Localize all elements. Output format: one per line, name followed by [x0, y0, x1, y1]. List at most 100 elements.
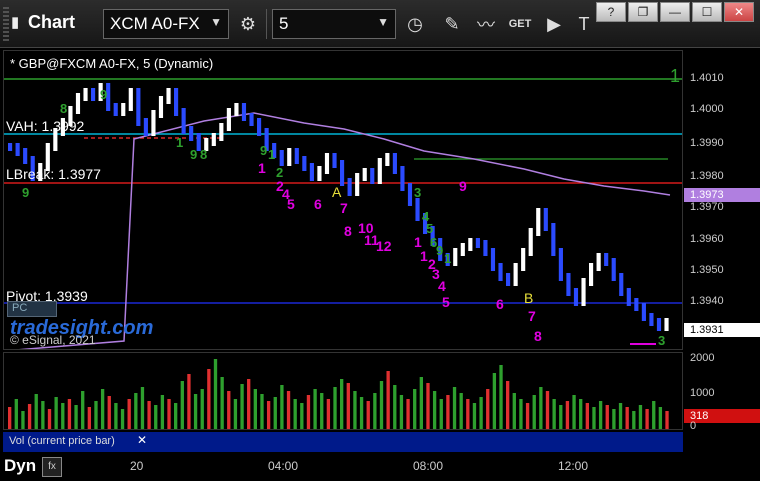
volume-bar: [81, 391, 85, 429]
price-bar: [513, 263, 518, 286]
settings-gear-icon[interactable]: ⚙: [234, 10, 262, 38]
maximize-button[interactable]: ☐: [692, 2, 722, 22]
price-bar: [475, 238, 480, 248]
volume-pane[interactable]: [3, 352, 683, 430]
volume-tick-label: 0: [690, 420, 697, 432]
time-axis[interactable]: Dyn fx 20 04:00 08:00 12:00: [0, 452, 760, 481]
pencil-icon[interactable]: ✎: [438, 10, 466, 38]
volume-bar: [658, 407, 663, 429]
magenta-count-marker: 9: [459, 178, 467, 194]
price-bar: [460, 243, 465, 256]
ma-value-badge: 1.3973: [684, 188, 760, 202]
volume-bar: [293, 399, 297, 429]
volume-bar: [359, 397, 364, 429]
dynamic-toggle-button[interactable]: fx: [42, 457, 62, 477]
text-tool-icon[interactable]: T: [570, 10, 598, 38]
price-bar: [75, 93, 81, 114]
volume-bar: [426, 383, 430, 429]
price-bars: [8, 83, 669, 331]
green-count-marker: 1: [176, 135, 183, 150]
price-bar: [91, 88, 96, 101]
volume-bar: [127, 399, 131, 429]
price-axis[interactable]: 1.4010 1.4000 1.3990 1.3980 1.3970 1.396…: [670, 50, 760, 350]
symbol-selector[interactable]: XCM A0-FX ▼: [103, 9, 229, 39]
price-bar: [528, 228, 533, 256]
close-icon[interactable]: ✕: [137, 433, 147, 447]
study-icon[interactable]: 〰: [472, 10, 500, 38]
volume-bar: [506, 381, 510, 429]
volume-bar: [174, 403, 178, 429]
price-bar: [649, 313, 654, 326]
get-icon[interactable]: GET: [506, 10, 534, 38]
price-bar: [664, 318, 669, 331]
volume-bar: [466, 399, 470, 429]
volume-bar: [160, 395, 165, 429]
volume-bar: [167, 399, 171, 429]
pc-tag: PC: [7, 301, 57, 317]
price-bar: [128, 88, 133, 111]
help-button[interactable]: ?: [596, 2, 626, 22]
green-count-marker: 9: [100, 87, 107, 102]
volume-bar: [326, 399, 331, 429]
restore-button[interactable]: ❐: [628, 2, 658, 22]
price-bar: [181, 108, 186, 134]
volume-bar: [598, 401, 603, 429]
moving-average-line: [18, 112, 671, 349]
price-pane[interactable]: 1 2 4 5 6 7 8 10 11 12 1 1 2 3 4 5 6 7 8 9 9 8 9 1 9 8 9 1 2 3 4 5 6 9 1 3 A…: [3, 50, 683, 350]
close-button[interactable]: ✕: [724, 2, 754, 22]
price-bar: [15, 143, 20, 156]
volume-axis[interactable]: 2000 1000 318 0: [684, 352, 760, 432]
volume-bar: [120, 409, 125, 429]
lbreak-label: LBreak: 1.3977: [6, 166, 101, 182]
volume-bar: [572, 395, 576, 429]
price-bar: [317, 166, 322, 181]
volume-bar: [605, 405, 609, 429]
price-bar: [377, 158, 382, 184]
yellow-letter-marker: A: [332, 184, 342, 200]
price-bar: [536, 208, 541, 236]
price-bar: [219, 123, 224, 141]
volume-bar: [147, 401, 151, 429]
price-bar: [415, 198, 420, 221]
volume-bar: [519, 399, 523, 429]
volume-bar: [213, 359, 218, 429]
volume-bar: [612, 409, 616, 429]
volume-bar: [439, 399, 443, 429]
volume-bar: [406, 399, 410, 429]
green-count-marker: 8: [200, 147, 207, 162]
volume-bar: [552, 399, 556, 429]
interval-selector[interactable]: 5 ▼: [272, 9, 396, 39]
volume-bar: [419, 377, 423, 429]
play-icon[interactable]: ▶: [540, 10, 568, 38]
minimize-button[interactable]: —: [660, 2, 690, 22]
price-bar: [174, 88, 179, 116]
volume-bar: [665, 411, 669, 429]
volume-bar: [559, 405, 563, 429]
price-tick-label: 1.3980: [690, 170, 724, 182]
volume-bar: [320, 393, 324, 429]
volume-bar: [140, 387, 145, 429]
price-bar: [324, 153, 330, 174]
volume-bar: [14, 399, 18, 429]
price-bar: [551, 223, 556, 256]
magenta-count-marker: 7: [340, 200, 348, 216]
price-bar: [385, 153, 390, 166]
price-bar: [234, 103, 239, 116]
volume-label-text: Vol (current price bar): [9, 435, 115, 447]
price-bar: [151, 110, 156, 136]
price-bar: [279, 150, 284, 166]
magenta-count-marker: 4: [438, 278, 446, 294]
volume-bar: [539, 387, 543, 429]
volume-tick-label: 2000: [690, 352, 715, 364]
price-tick-label: 1.3960: [690, 233, 724, 245]
green-count-marker: 9: [190, 147, 197, 162]
green-count-marker: 1: [444, 251, 451, 266]
vah-label: VAH: 1.3992: [6, 118, 85, 134]
toolbar-grip[interactable]: [3, 7, 9, 41]
yellow-letter-marker: B: [524, 290, 533, 306]
volume-bar: [233, 399, 238, 429]
time-label: 20: [130, 459, 144, 473]
price-bar: [347, 178, 352, 196]
volume-bar: [220, 377, 224, 429]
clock-icon[interactable]: ◷: [401, 10, 429, 38]
